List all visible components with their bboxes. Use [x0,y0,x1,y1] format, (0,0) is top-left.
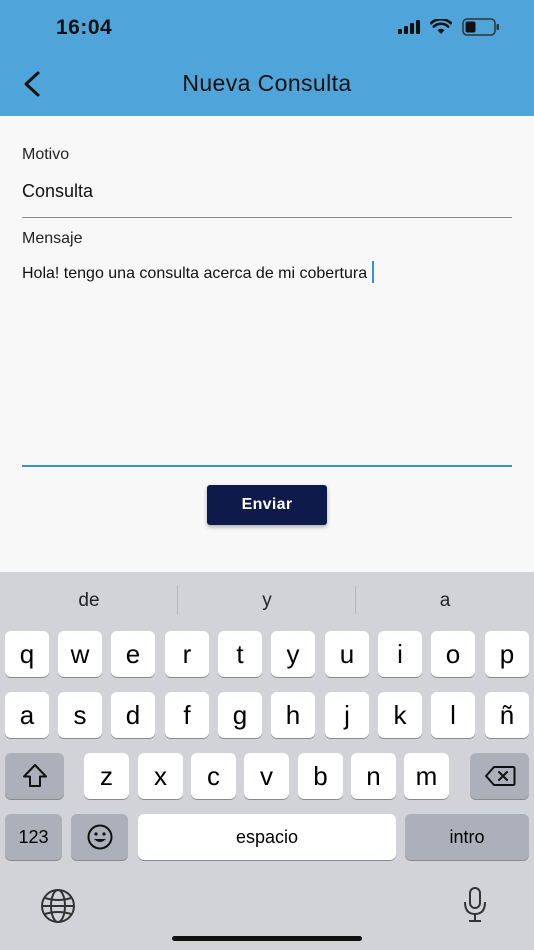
key[interactable]: z [84,753,129,799]
key[interactable]: q [5,631,49,677]
mensaje-underline [22,465,512,467]
key[interactable]: v [244,753,289,799]
key[interactable]: e [111,631,155,677]
key[interactable]: y [271,631,315,677]
key[interactable]: t [218,631,262,677]
status-time: 16:04 [56,16,113,39]
key[interactable]: ñ [485,692,529,738]
globe-icon[interactable] [40,888,76,924]
key[interactable]: h [271,692,315,738]
status-icons [398,18,500,36]
space-key[interactable]: espacio [138,814,396,860]
key[interactable]: j [325,692,369,738]
numbers-key[interactable]: 123 [5,814,62,860]
home-indicator [172,936,362,941]
cellular-signal-icon [398,20,420,34]
suggestion-1[interactable]: de [0,590,178,612]
motivo-input[interactable]: Consulta [22,181,93,202]
send-button[interactable]: Enviar [207,485,327,525]
key[interactable]: i [378,631,422,677]
return-key[interactable]: intro [405,814,529,860]
key[interactable]: u [325,631,369,677]
battery-icon [462,18,499,36]
shift-key[interactable] [5,753,64,799]
key[interactable]: d [111,692,155,738]
key[interactable]: k [378,692,422,738]
key[interactable]: a [5,692,49,738]
suggestion-2[interactable]: y [178,590,356,612]
microphone-icon[interactable] [462,886,488,924]
key[interactable]: p [485,631,529,677]
key[interactable]: x [138,753,183,799]
backspace-key[interactable] [470,753,529,799]
key[interactable]: g [218,692,262,738]
key[interactable]: f [165,692,209,738]
key[interactable]: c [191,753,236,799]
mensaje-text: Hola! tengo una consulta acerca de mi co… [22,265,368,282]
keyboard: de y a q w e r t y u i o p a s d f g h j… [0,572,534,950]
wifi-icon [430,19,452,34]
key[interactable]: m [404,753,449,799]
emoji-icon [87,824,112,850]
key[interactable]: n [351,753,396,799]
key[interactable]: s [58,692,102,738]
backspace-icon [484,766,515,786]
motivo-label: Motivo [22,146,70,163]
key[interactable]: w [58,631,102,677]
key[interactable]: l [431,692,475,738]
key[interactable]: o [431,631,475,677]
app-header: 16:04 Nueva Consulta [0,0,534,116]
mensaje-label: Mensaje [22,230,83,247]
key[interactable]: b [298,753,343,799]
suggestion-3[interactable]: a [356,590,534,612]
shift-icon [22,764,47,787]
mensaje-input[interactable]: Hola! tengo una consulta acerca de mi co… [22,261,375,283]
motivo-underline [22,217,512,218]
key[interactable]: r [165,631,209,677]
page-title: Nueva Consulta [182,70,352,96]
text-cursor [372,261,375,283]
emoji-key[interactable] [71,814,128,860]
